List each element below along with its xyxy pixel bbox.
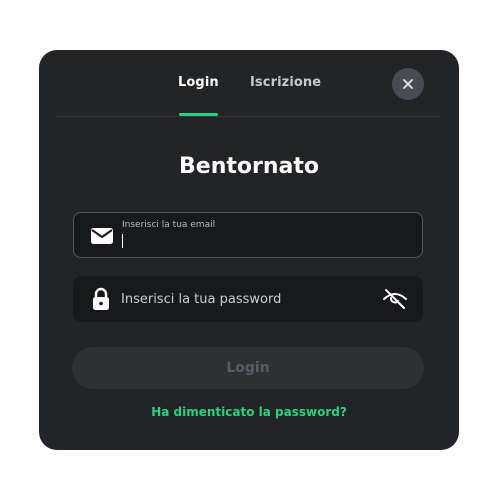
email-field[interactable]: Inserisci la tua email [73, 212, 423, 258]
login-modal: Login Iscrizione Bentornato Inserisci la… [39, 50, 459, 450]
email-input[interactable] [122, 233, 402, 251]
password-input[interactable] [121, 289, 371, 309]
tab-signup[interactable]: Iscrizione [250, 75, 321, 90]
envelope-icon [90, 226, 114, 246]
page-title: Bentornato [179, 154, 319, 179]
show-password-toggle[interactable] [381, 286, 409, 312]
tab-login[interactable]: Login [178, 75, 219, 90]
eye-off-icon [383, 289, 407, 309]
password-field[interactable] [73, 276, 423, 322]
email-field-label: Inserisci la tua email [122, 220, 216, 230]
close-button[interactable] [392, 68, 424, 100]
text-caret [122, 234, 123, 248]
login-button[interactable]: Login [72, 347, 424, 389]
forgot-password-link[interactable]: Ha dimenticato la password? [39, 405, 459, 419]
close-icon [403, 79, 413, 89]
tabs-divider [57, 116, 441, 117]
lock-icon [89, 287, 113, 310]
